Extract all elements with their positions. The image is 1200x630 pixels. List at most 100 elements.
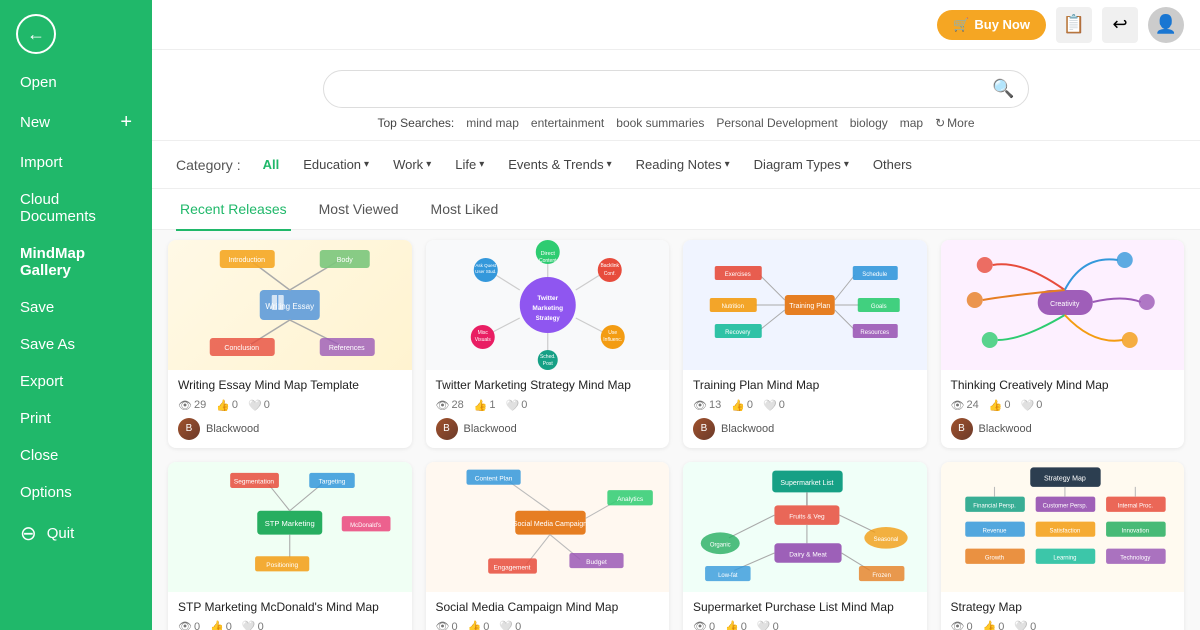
cat-life[interactable]: Life ▾	[445, 151, 494, 178]
t4: 👍	[989, 399, 1003, 412]
sidebar-item-new[interactable]: New +	[0, 101, 152, 144]
tab-recent[interactable]: Recent Releases	[176, 189, 291, 231]
sidebar-item-quit[interactable]: ⊖ Quit	[0, 511, 152, 556]
author3: Blackwood	[721, 423, 774, 435]
undo-button[interactable]: ↩	[1102, 7, 1138, 43]
buy-now-button[interactable]: 🛒 Buy Now	[937, 10, 1046, 40]
sidebar-item-options[interactable]: Options	[0, 474, 152, 511]
cat-work[interactable]: Work ▾	[383, 151, 441, 178]
sidebar-item-export[interactable]: Export	[0, 363, 152, 400]
gallery-section: Writing Essay Introduction Body Conclusi…	[152, 230, 1200, 630]
print-label: Print	[20, 410, 51, 427]
cat-diagram[interactable]: Diagram Types ▾	[744, 151, 859, 178]
sidebar-item-open[interactable]: Open	[0, 64, 152, 101]
svg-text:Content Plan: Content Plan	[474, 475, 512, 482]
tag-biology[interactable]: biology	[850, 116, 888, 130]
cat-education[interactable]: Education ▾	[293, 151, 379, 178]
sidebar-item-gallery[interactable]: MindMap Gallery	[0, 235, 152, 289]
hr6: 0	[515, 621, 521, 630]
svg-text:Growth: Growth	[984, 555, 1003, 561]
card-thumb-stp: STP Marketing Segmentation Targeting Pos…	[168, 462, 412, 592]
eye8: 👁	[951, 620, 965, 630]
search-input[interactable]	[323, 70, 1029, 108]
svg-text:Conclusion: Conclusion	[224, 345, 259, 352]
sidebar-item-save[interactable]: Save	[0, 289, 152, 326]
cat-all[interactable]: All	[253, 151, 290, 178]
svg-text:Positioning: Positioning	[266, 562, 298, 569]
cloud-label: Cloud Documents	[20, 191, 132, 225]
card-twitter[interactable]: Twitter Marketing Strategy Direct Conten…	[426, 240, 670, 448]
sidebar-item-print[interactable]: Print	[0, 400, 152, 437]
card-thumb-supermarket: Supermarket List Fruits & Veg Organic Se…	[683, 462, 927, 592]
card-writing-essay[interactable]: Writing Essay Introduction Body Conclusi…	[168, 240, 412, 448]
quit-minus-icon: ⊖	[20, 521, 37, 546]
cat-others[interactable]: Others	[863, 151, 922, 178]
card-supermarket[interactable]: Supermarket List Fruits & Veg Organic Se…	[683, 462, 927, 630]
card-strategy[interactable]: Strategy Map Financial Persp. Customer P…	[941, 462, 1185, 630]
hr3: 0	[779, 399, 785, 411]
cat-events[interactable]: Events & Trends ▾	[498, 151, 621, 178]
svg-text:Misc: Misc	[477, 330, 488, 336]
heart-icon: 🤍	[248, 399, 262, 412]
cat-reading[interactable]: Reading Notes ▾	[626, 151, 740, 178]
svg-text:Customer Persp.: Customer Persp.	[1042, 503, 1087, 509]
eye-icon2: 👁	[436, 399, 450, 412]
card-social[interactable]: Social Media Campaign Content Plan Analy…	[426, 462, 670, 630]
card-thinking[interactable]: Creativity	[941, 240, 1185, 448]
cat-reading-label: Reading Notes	[636, 157, 722, 172]
template-icon-button[interactable]: 📋	[1056, 7, 1092, 43]
l4: 0	[1004, 399, 1010, 411]
svg-text:Engagement: Engagement	[493, 564, 530, 571]
card-stp[interactable]: STP Marketing Segmentation Targeting Pos…	[168, 462, 412, 630]
user-avatar[interactable]: 👤	[1148, 7, 1184, 43]
card-info-twitter: Twitter Marketing Strategy Mind Map 👁28 …	[426, 370, 670, 448]
likes-stat: 👍 0	[216, 399, 238, 412]
svg-text:Internal Proc.: Internal Proc.	[1117, 503, 1153, 509]
card-training[interactable]: Training Plan Schedule Goals Resources	[683, 240, 927, 448]
sidebar-item-import[interactable]: Import	[0, 144, 152, 181]
svg-text:References: References	[329, 345, 365, 352]
card-stats-writing: 👁 29 👍 0 🤍 0	[178, 399, 402, 412]
import-label: Import	[20, 154, 63, 171]
sidebar-item-saveas[interactable]: Save As	[0, 326, 152, 363]
svg-text:Targeting: Targeting	[319, 478, 346, 485]
tag-map[interactable]: map	[900, 116, 923, 130]
topbar: 🛒 Buy Now 📋 ↩ 👤	[152, 0, 1200, 50]
svg-text:Strategy Map: Strategy Map	[1044, 475, 1086, 482]
tab-liked[interactable]: Most Liked	[427, 189, 503, 231]
search-button[interactable]: 🔍	[992, 79, 1014, 100]
svg-text:Exercises: Exercises	[725, 272, 751, 278]
tab-viewed[interactable]: Most Viewed	[315, 189, 403, 231]
new-plus-icon: +	[120, 111, 132, 134]
card-title-twitter: Twitter Marketing Strategy Mind Map	[436, 378, 660, 394]
back-button[interactable]: ←	[16, 14, 56, 54]
thumb2: 👍	[474, 399, 488, 412]
t6: 👍	[468, 620, 482, 630]
tag-entertainment[interactable]: entertainment	[531, 116, 604, 130]
h4: 🤍	[1021, 399, 1035, 412]
svg-text:Supermarket List: Supermarket List	[780, 479, 833, 486]
card-thumb-thinking: Creativity	[941, 240, 1185, 370]
tag-book-summaries[interactable]: book summaries	[616, 116, 704, 130]
svg-text:Segmentation: Segmentation	[234, 478, 274, 485]
tag-mind-map[interactable]: mind map	[466, 116, 519, 130]
more-tags-button[interactable]: ↻ More	[935, 116, 974, 130]
svg-text:Revenue: Revenue	[982, 528, 1006, 534]
card-thumb-writing: Writing Essay Introduction Body Conclusi…	[168, 240, 412, 370]
svg-text:Technology: Technology	[1120, 555, 1150, 561]
svg-text:Analytics: Analytics	[617, 496, 644, 503]
sidebar-item-cloud[interactable]: Cloud Documents	[0, 181, 152, 235]
card-stats-social: 👁0 👍0 🤍0	[436, 620, 660, 630]
l7: 0	[741, 621, 747, 630]
tabs-bar: Recent Releases Most Viewed Most Liked	[152, 189, 1200, 230]
tag-personal-dev[interactable]: Personal Development	[716, 116, 837, 130]
user-icon: 👤	[1155, 14, 1177, 35]
card-thumb-social: Social Media Campaign Content Plan Analy…	[426, 462, 670, 592]
card-info-supermarket: Supermarket Purchase List Mind Map 👁0 👍0…	[683, 592, 927, 630]
sidebar-item-close[interactable]: Close	[0, 437, 152, 474]
views2: 28	[451, 399, 463, 411]
eye4: 👁	[951, 399, 965, 412]
svg-text:Recovery: Recovery	[725, 330, 750, 336]
card-title-stp: STP Marketing McDonald's Mind Map	[178, 600, 402, 616]
undo-icon: ↩	[1112, 14, 1127, 35]
